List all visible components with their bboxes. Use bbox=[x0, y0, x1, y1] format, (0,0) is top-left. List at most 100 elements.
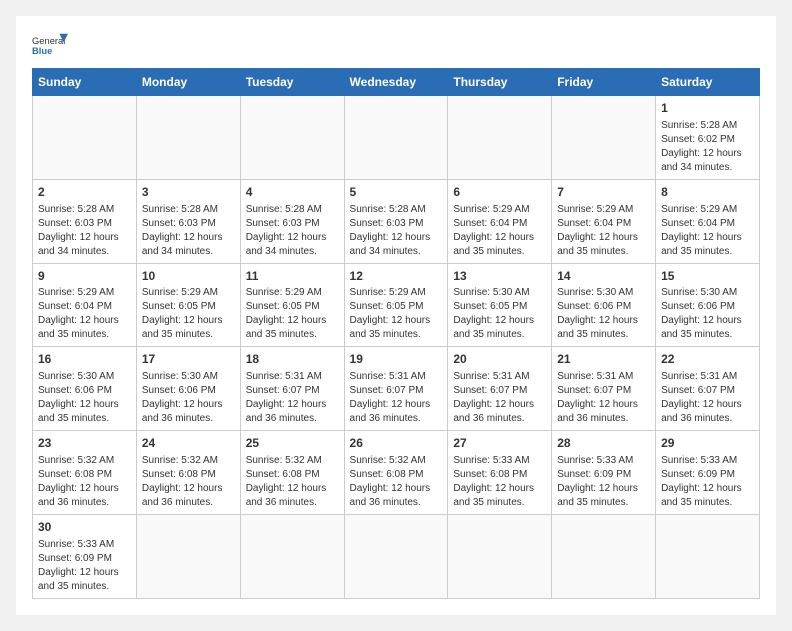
calendar-cell: 13Sunrise: 5:30 AMSunset: 6:05 PMDayligh… bbox=[448, 263, 552, 347]
day-number: 16 bbox=[38, 351, 131, 368]
col-header-saturday: Saturday bbox=[656, 69, 760, 96]
calendar-cell: 7 Sunrise: 5:29 AMSunset: 6:04 PMDaylight… bbox=[552, 179, 656, 263]
calendar-cell bbox=[240, 96, 344, 180]
week-row-0: 1 Sunrise: 5:28 AMSunset: 6:02 PMDaylight… bbox=[33, 96, 760, 180]
calendar-cell bbox=[552, 514, 656, 598]
svg-text:General: General bbox=[32, 36, 65, 46]
calendar-cell: 24 Sunrise: 5:32 AMSunset: 6:08 PMDayligh… bbox=[136, 431, 240, 515]
day-info: Sunrise: 5:33 AMSunset: 6:09 PMDaylight:… bbox=[557, 454, 650, 510]
day-number: 12 bbox=[350, 268, 443, 285]
day-info: Sunrise: 5:29 AMSunset: 6:04 PMDaylight:… bbox=[38, 286, 131, 342]
day-number: 9 bbox=[38, 268, 131, 285]
calendar-cell bbox=[344, 96, 448, 180]
calendar-cell bbox=[240, 514, 344, 598]
svg-text:Blue: Blue bbox=[32, 46, 52, 56]
day-info: Sunrise: 5:31 AMSunset: 6:07 PMDaylight:… bbox=[350, 370, 443, 426]
col-header-wednesday: Wednesday bbox=[344, 69, 448, 96]
day-number: 19 bbox=[350, 351, 443, 368]
calendar-cell: 2 Sunrise: 5:28 AMSunset: 6:03 PMDaylight… bbox=[33, 179, 137, 263]
day-info: Sunrise: 5:32 AMSunset: 6:08 PMDaylight:… bbox=[38, 454, 131, 510]
day-info: Sunrise: 5:30 AMSunset: 6:05 PMDaylight:… bbox=[453, 286, 546, 342]
calendar-cell bbox=[448, 96, 552, 180]
day-number: 27 bbox=[453, 435, 546, 452]
day-info: Sunrise: 5:30 AMSunset: 6:06 PMDaylight:… bbox=[557, 286, 650, 342]
day-info: Sunrise: 5:33 AMSunset: 6:08 PMDaylight:… bbox=[453, 454, 546, 510]
col-header-tuesday: Tuesday bbox=[240, 69, 344, 96]
day-info: Sunrise: 5:28 AMSunset: 6:03 PMDaylight:… bbox=[142, 203, 235, 259]
calendar-cell bbox=[448, 514, 552, 598]
calendar-cell: 3 Sunrise: 5:28 AMSunset: 6:03 PMDaylight… bbox=[136, 179, 240, 263]
day-info: Sunrise: 5:29 AMSunset: 6:04 PMDaylight:… bbox=[453, 203, 546, 259]
day-info: Sunrise: 5:29 AMSunset: 6:05 PMDaylight:… bbox=[142, 286, 235, 342]
day-number: 1 bbox=[661, 100, 754, 117]
day-info: Sunrise: 5:33 AMSunset: 6:09 PMDaylight:… bbox=[38, 538, 131, 594]
calendar-cell: 27 Sunrise: 5:33 AMSunset: 6:08 PMDayligh… bbox=[448, 431, 552, 515]
day-number: 28 bbox=[557, 435, 650, 452]
calendar-cell: 16 Sunrise: 5:30 AMSunset: 6:06 PMDayligh… bbox=[33, 347, 137, 431]
day-info: Sunrise: 5:30 AMSunset: 6:06 PMDaylight:… bbox=[38, 370, 131, 426]
day-number: 4 bbox=[246, 184, 339, 201]
day-number: 14 bbox=[557, 268, 650, 285]
col-header-thursday: Thursday bbox=[448, 69, 552, 96]
day-number: 7 bbox=[557, 184, 650, 201]
day-info: Sunrise: 5:32 AMSunset: 6:08 PMDaylight:… bbox=[246, 454, 339, 510]
header: General Blue bbox=[32, 32, 760, 60]
day-number: 6 bbox=[453, 184, 546, 201]
week-row-4: 23 Sunrise: 5:32 AMSunset: 6:08 PMDayligh… bbox=[33, 431, 760, 515]
day-info: Sunrise: 5:28 AMSunset: 6:03 PMDaylight:… bbox=[350, 203, 443, 259]
day-info: Sunrise: 5:28 AMSunset: 6:02 PMDaylight:… bbox=[661, 119, 754, 175]
day-info: Sunrise: 5:29 AMSunset: 6:04 PMDaylight:… bbox=[557, 203, 650, 259]
calendar-cell: 17Sunrise: 5:30 AMSunset: 6:06 PMDayligh… bbox=[136, 347, 240, 431]
logo: General Blue bbox=[32, 32, 68, 60]
calendar-container: General Blue SundayMondayTuesdayWednesda… bbox=[16, 16, 776, 615]
calendar-cell: 5 Sunrise: 5:28 AMSunset: 6:03 PMDaylight… bbox=[344, 179, 448, 263]
day-info: Sunrise: 5:29 AMSunset: 6:05 PMDaylight:… bbox=[350, 286, 443, 342]
day-info: Sunrise: 5:29 AMSunset: 6:04 PMDaylight:… bbox=[661, 203, 754, 259]
week-row-2: 9Sunrise: 5:29 AMSunset: 6:04 PMDaylight… bbox=[33, 263, 760, 347]
col-header-monday: Monday bbox=[136, 69, 240, 96]
calendar-cell: 6 Sunrise: 5:29 AMSunset: 6:04 PMDaylight… bbox=[448, 179, 552, 263]
day-number: 29 bbox=[661, 435, 754, 452]
calendar-cell bbox=[136, 96, 240, 180]
day-info: Sunrise: 5:28 AMSunset: 6:03 PMDaylight:… bbox=[38, 203, 131, 259]
day-number: 5 bbox=[350, 184, 443, 201]
calendar-cell: 10Sunrise: 5:29 AMSunset: 6:05 PMDayligh… bbox=[136, 263, 240, 347]
calendar-cell: 4 Sunrise: 5:28 AMSunset: 6:03 PMDaylight… bbox=[240, 179, 344, 263]
calendar-cell: 21 Sunrise: 5:31 AMSunset: 6:07 PMDayligh… bbox=[552, 347, 656, 431]
day-number: 3 bbox=[142, 184, 235, 201]
calendar-cell bbox=[136, 514, 240, 598]
col-header-friday: Friday bbox=[552, 69, 656, 96]
calendar-header-row: SundayMondayTuesdayWednesdayThursdayFrid… bbox=[33, 69, 760, 96]
day-number: 15 bbox=[661, 268, 754, 285]
day-info: Sunrise: 5:31 AMSunset: 6:07 PMDaylight:… bbox=[246, 370, 339, 426]
day-number: 18 bbox=[246, 351, 339, 368]
day-info: Sunrise: 5:32 AMSunset: 6:08 PMDaylight:… bbox=[142, 454, 235, 510]
calendar-cell: 26 Sunrise: 5:32 AMSunset: 6:08 PMDayligh… bbox=[344, 431, 448, 515]
generalblue-logo-icon: General Blue bbox=[32, 32, 68, 60]
calendar-cell: 25Sunrise: 5:32 AMSunset: 6:08 PMDayligh… bbox=[240, 431, 344, 515]
day-number: 13 bbox=[453, 268, 546, 285]
day-number: 30 bbox=[38, 519, 131, 536]
day-number: 24 bbox=[142, 435, 235, 452]
calendar-cell: 23 Sunrise: 5:32 AMSunset: 6:08 PMDayligh… bbox=[33, 431, 137, 515]
day-number: 21 bbox=[557, 351, 650, 368]
day-number: 2 bbox=[38, 184, 131, 201]
day-info: Sunrise: 5:28 AMSunset: 6:03 PMDaylight:… bbox=[246, 203, 339, 259]
calendar-cell: 22Sunrise: 5:31 AMSunset: 6:07 PMDayligh… bbox=[656, 347, 760, 431]
day-number: 10 bbox=[142, 268, 235, 285]
day-info: Sunrise: 5:31 AMSunset: 6:07 PMDaylight:… bbox=[557, 370, 650, 426]
day-number: 23 bbox=[38, 435, 131, 452]
calendar-cell bbox=[552, 96, 656, 180]
calendar-cell: 15Sunrise: 5:30 AMSunset: 6:06 PMDayligh… bbox=[656, 263, 760, 347]
calendar-cell bbox=[33, 96, 137, 180]
calendar-cell: 29 Sunrise: 5:33 AMSunset: 6:09 PMDayligh… bbox=[656, 431, 760, 515]
day-info: Sunrise: 5:33 AMSunset: 6:09 PMDaylight:… bbox=[661, 454, 754, 510]
week-row-1: 2 Sunrise: 5:28 AMSunset: 6:03 PMDaylight… bbox=[33, 179, 760, 263]
day-info: Sunrise: 5:31 AMSunset: 6:07 PMDaylight:… bbox=[661, 370, 754, 426]
day-info: Sunrise: 5:32 AMSunset: 6:08 PMDaylight:… bbox=[350, 454, 443, 510]
col-header-sunday: Sunday bbox=[33, 69, 137, 96]
week-row-5: 30 Sunrise: 5:33 AMSunset: 6:09 PMDayligh… bbox=[33, 514, 760, 598]
calendar-cell: 20Sunrise: 5:31 AMSunset: 6:07 PMDayligh… bbox=[448, 347, 552, 431]
day-number: 26 bbox=[350, 435, 443, 452]
calendar-cell: 28 Sunrise: 5:33 AMSunset: 6:09 PMDayligh… bbox=[552, 431, 656, 515]
